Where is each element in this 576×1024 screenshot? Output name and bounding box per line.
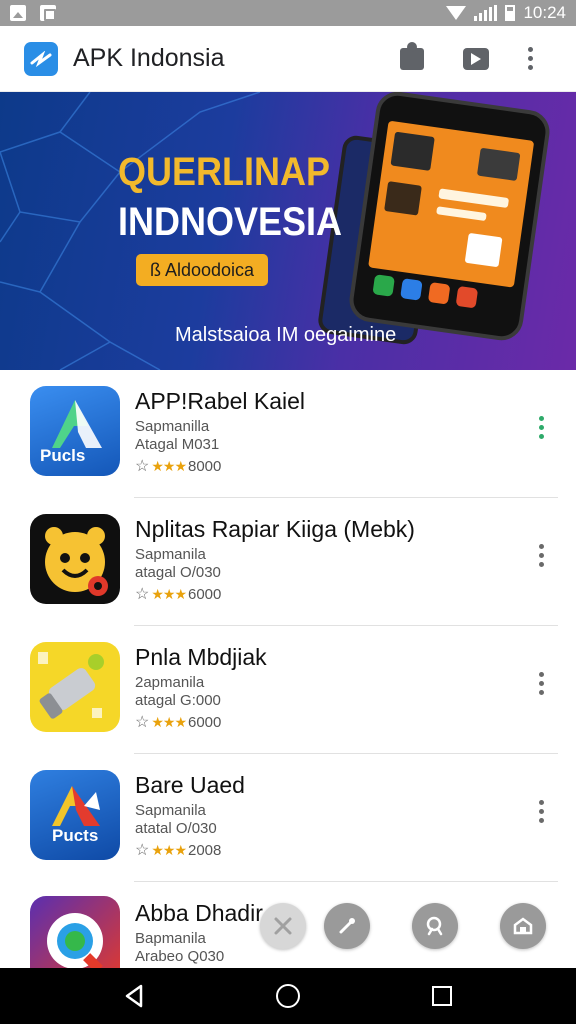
image-icon [10,5,26,21]
row-menu-button[interactable] [532,410,550,444]
app-name: Bare Uaed [135,772,245,798]
home-button[interactable] [500,903,546,949]
promo-banner[interactable]: QUERLINAP INDNOVESIA ß Aldoodoica Malsts… [0,92,576,370]
search-button[interactable] [412,903,458,949]
edit-icon [339,918,355,934]
app-developer: Sapmanilla [135,418,210,435]
screen: 10:24 APK Indonsia QUERLINAP INDNOVESIA … [0,0,576,1024]
rating-count: 2008 [188,841,222,859]
app-size: Atagal M031 [135,436,220,453]
app-name: Nplitas Rapiar Kiiga (Mebk) [135,516,415,542]
home-icon [276,984,300,1008]
row-menu-button[interactable] [532,794,550,828]
banner-cta-button[interactable]: ß Aldoodoica [136,254,268,286]
rating-stars-icon: ★★★ [151,713,187,730]
nav-back-button[interactable] [84,968,184,1024]
list-item[interactable]: Pnla Mbdjiak 2apmanila atagal G:000 ☆ ★★… [0,626,576,754]
app-icon: Pucls [30,386,120,476]
rating-count: 8000 [188,457,222,475]
star-outline-icon: ☆ [135,842,150,859]
app-logo [24,41,58,76]
app-developer: 2apmanila [135,674,205,691]
play-box-icon [463,47,489,70]
banner-headline-1: QUERLINAP [118,150,331,194]
app-developer: Sapmanila [135,546,206,563]
signal-icon [474,5,498,21]
banner-tagline: Malstsaioa IM oegaimine [175,324,397,346]
rating-stars-icon: ★★★ [151,457,187,474]
home-icon [513,917,533,935]
row-menu-button[interactable] [532,538,550,572]
note-icon [40,5,56,21]
app-bar: APK Indonsia [0,26,576,92]
back-icon [125,984,143,1008]
close-button[interactable] [260,903,306,949]
app-size: atagal G:000 [135,692,221,709]
app-size: atatal O/030 [135,820,217,837]
app-size: atagal O/030 [135,564,221,581]
system-nav-bar [0,968,576,1024]
extensions-button[interactable] [380,37,444,81]
search-icon [426,916,443,936]
app-rating: ☆ ★★★ 8000 [135,456,221,476]
app-name: Pnla Mbdjiak [135,644,267,670]
banner-headline-2: INDNOVESIA [118,200,343,244]
row-menu-button[interactable] [532,666,550,700]
app-icon [30,514,120,604]
list-item[interactable]: Pucts Bare Uaed Sapmanila atatal O/030 ☆… [0,754,576,882]
list-item[interactable]: Pucls APP!Rabel Kaiel Sapmanilla Atagal … [0,370,576,498]
app-title: APK Indonsia [73,44,225,72]
wifi-icon [446,6,467,20]
media-button[interactable] [444,37,508,81]
status-bar: 10:24 [0,0,576,26]
star-outline-icon: ☆ [135,714,150,731]
more-vert-icon [527,47,533,70]
recents-icon [432,986,452,1006]
app-icon-label: Pucts [52,826,99,845]
app-rating: ☆ ★★★ 6000 [135,712,221,732]
app-icon [30,642,120,732]
app-icon: Pucts [30,770,120,860]
list-item[interactable]: Nplitas Rapiar Kiiga (Mebk) Sapmanila at… [0,498,576,626]
app-developer: Sapmanila [135,802,206,819]
rating-stars-icon: ★★★ [151,841,187,858]
puzzle-icon [400,41,424,70]
app-rating: ☆ ★★★ 6000 [135,584,221,604]
phone-graphic [346,92,553,344]
star-outline-icon: ☆ [135,458,150,475]
status-time: 10:24 [523,3,566,22]
edit-button[interactable] [324,903,370,949]
app-icon-label: Pucls [40,446,86,465]
floating-action-row [0,903,576,953]
star-outline-icon: ☆ [135,586,150,603]
battery-icon [505,5,516,21]
rating-count: 6000 [188,713,222,731]
nav-home-button[interactable] [238,968,338,1024]
nav-recents-button[interactable] [392,968,492,1024]
rating-stars-icon: ★★★ [151,585,187,602]
overflow-menu-button[interactable] [508,37,552,81]
app-name: APP!Rabel Kaiel [135,388,306,414]
app-rating: ☆ ★★★ 2008 [135,840,221,860]
rating-count: 6000 [188,585,222,603]
close-icon [274,917,292,935]
